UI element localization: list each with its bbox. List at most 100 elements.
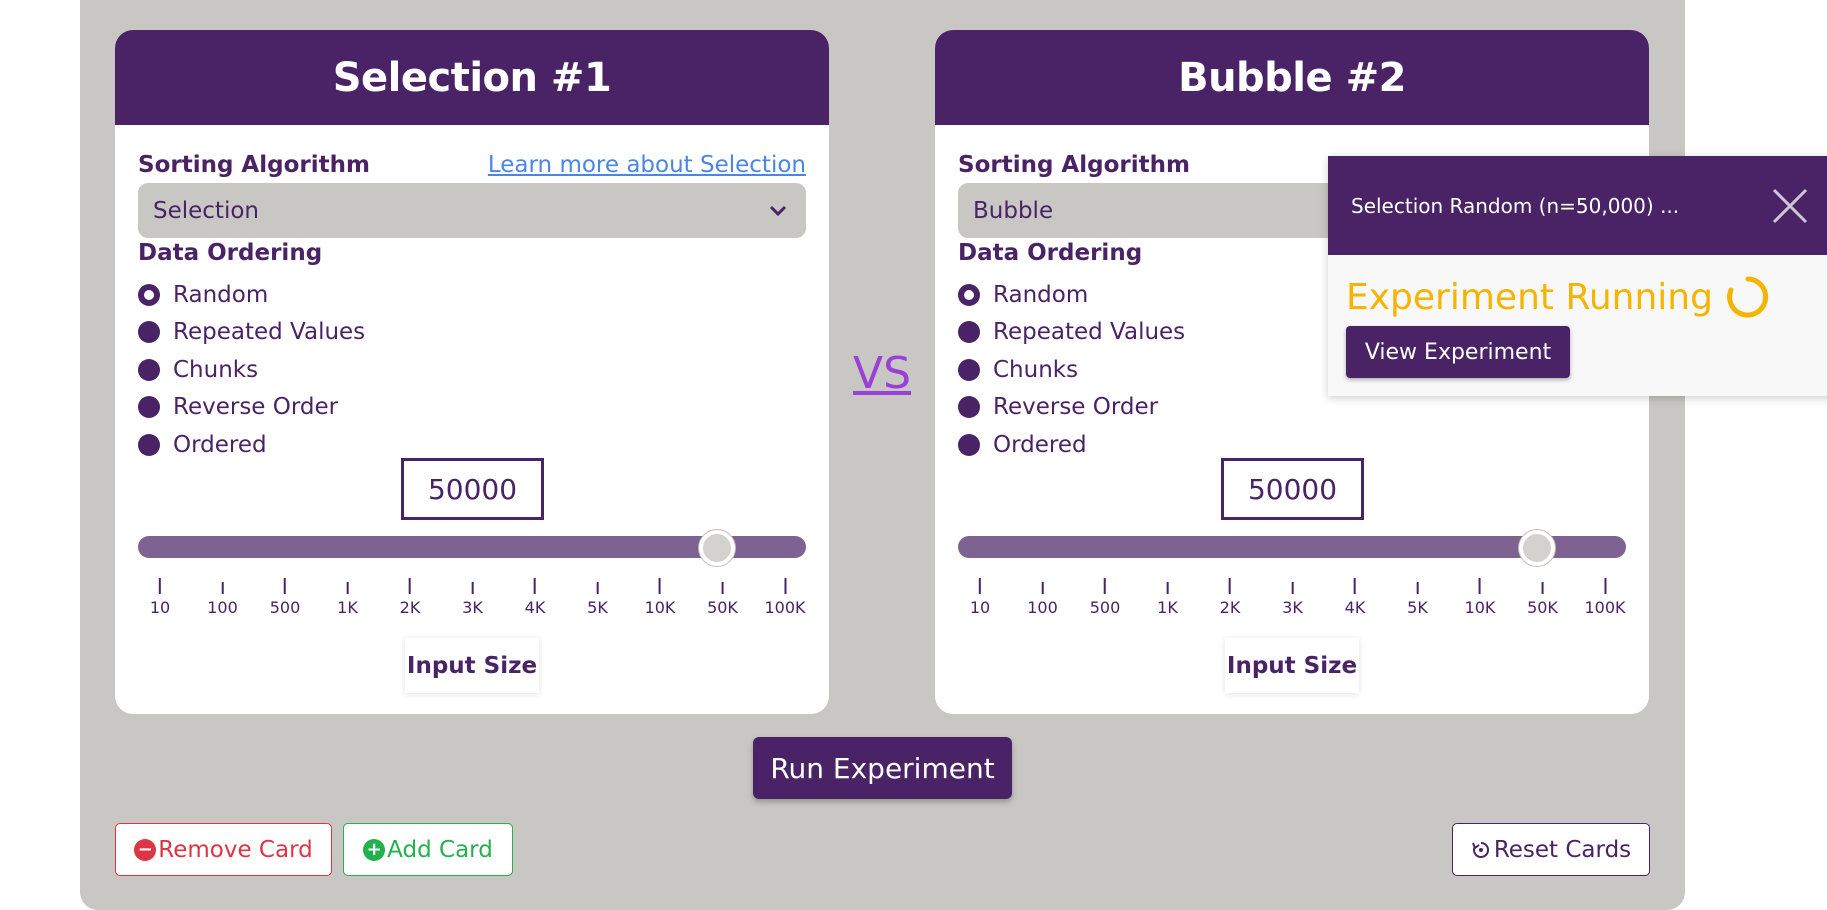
tick-mark — [533, 578, 536, 594]
tick-label: 500 — [1089, 598, 1121, 617]
radio-button-icon — [958, 396, 980, 419]
slider-tick: 500 — [1089, 578, 1121, 617]
slider-tick: 5K — [587, 578, 608, 617]
tick-mark — [1228, 578, 1231, 594]
radio-reverse-order[interactable]: Reverse Order — [138, 389, 365, 427]
slider-handle[interactable] — [1519, 530, 1555, 566]
add-card-label: Add Card — [387, 836, 493, 863]
tick-mark — [1416, 582, 1419, 594]
toast-title: Selection Random (n=50,000) ... — [1328, 156, 1827, 255]
radio-button-icon — [958, 433, 980, 456]
tick-label: 3K — [462, 598, 483, 617]
tick-label: 1K — [337, 598, 358, 617]
radio-random[interactable]: Random — [958, 276, 1185, 314]
radio-chunks[interactable]: Chunks — [138, 351, 365, 389]
radio-chunks[interactable]: Chunks — [958, 351, 1185, 389]
card-title: Selection #1 — [115, 30, 829, 125]
vs-link[interactable]: VS — [853, 348, 911, 399]
tick-label: 50K — [707, 598, 738, 617]
radio-reverse-order[interactable]: Reverse Order — [958, 389, 1185, 427]
tick-label: 100K — [764, 598, 806, 617]
sorting-algorithm-label: Sorting Algorithm — [958, 152, 1190, 178]
radio-button-icon — [138, 396, 160, 419]
radio-repeated-values[interactable]: Repeated Values — [958, 314, 1185, 352]
radio-ordered[interactable]: Ordered — [138, 426, 365, 464]
radio-label: Chunks — [993, 356, 1079, 383]
reset-icon — [1471, 841, 1489, 858]
input-size-field[interactable]: 50000 — [1221, 458, 1364, 520]
slider-tick: 2K — [399, 578, 421, 617]
plus-circle-icon: + — [363, 838, 386, 861]
reset-cards-button[interactable]: Reset Cards — [1452, 823, 1650, 876]
tick-mark — [221, 582, 224, 594]
algorithm-select[interactable]: Selection — [138, 183, 806, 238]
radio-button-icon — [138, 283, 160, 306]
radio-repeated-values[interactable]: Repeated Values — [138, 314, 365, 352]
experiment-status: Experiment Running — [1346, 274, 1771, 320]
close-icon[interactable] — [1770, 186, 1810, 226]
reset-cards-label: Reset Cards — [1493, 836, 1632, 863]
slider-tick: 4K — [1344, 578, 1366, 617]
tick-mark — [1291, 582, 1294, 594]
card-title: Bubble #2 — [935, 30, 1649, 125]
tick-label: 10K — [1464, 598, 1496, 617]
tick-mark — [408, 578, 411, 594]
radio-label: Ordered — [993, 431, 1087, 458]
radio-label: Reverse Order — [173, 394, 339, 421]
tick-label: 2K — [399, 598, 421, 617]
remove-card-button[interactable]: − Remove Card — [115, 823, 332, 876]
tick-label: 2K — [1219, 598, 1241, 617]
algorithm-card-1: Selection #1 Sorting Algorithm Learn mor… — [115, 30, 829, 714]
input-size-button[interactable]: Input Size — [405, 638, 539, 693]
tick-mark — [721, 582, 724, 594]
input-size-button[interactable]: Input Size — [1225, 638, 1359, 693]
remove-card-label: Remove Card — [158, 836, 313, 863]
tick-label: 4K — [1344, 598, 1366, 617]
tick-label: 3K — [1282, 598, 1303, 617]
ordering-radio-group: Random Repeated Values Chunks Reverse Or… — [958, 276, 1185, 464]
slider-tick: 10K — [1464, 578, 1496, 617]
chevron-down-icon — [769, 205, 787, 216]
tick-mark — [471, 582, 474, 594]
view-experiment-button[interactable]: View Experiment — [1346, 326, 1570, 378]
radio-label: Chunks — [173, 356, 259, 383]
algorithm-select-value: Bubble — [973, 197, 1054, 224]
slider-tick: 100K — [764, 578, 806, 617]
add-card-button[interactable]: + Add Card — [343, 823, 513, 876]
tick-mark — [1604, 578, 1606, 594]
ordering-radio-group: Random Repeated Values Chunks Reverse Or… — [138, 276, 365, 464]
tick-mark — [158, 578, 161, 594]
radio-random[interactable]: Random — [138, 276, 365, 314]
radio-label: Random — [173, 281, 269, 308]
radio-button-icon — [958, 283, 980, 306]
radio-button-icon — [958, 358, 980, 381]
tick-mark — [784, 578, 786, 594]
slider-tick: 1K — [337, 578, 358, 617]
radio-button-icon — [958, 321, 980, 344]
radio-label: Repeated Values — [173, 319, 366, 346]
slider-tick: 3K — [1282, 578, 1303, 617]
slider-handle[interactable] — [699, 530, 735, 566]
radio-label: Repeated Values — [993, 319, 1186, 346]
minus-circle-icon: − — [134, 838, 157, 861]
slider-tick: 50K — [1527, 578, 1558, 617]
learn-more-link[interactable]: Learn more about Selection — [488, 152, 806, 178]
tick-mark — [1478, 578, 1481, 594]
radio-ordered[interactable]: Ordered — [958, 426, 1185, 464]
radio-label: Reverse Order — [993, 394, 1159, 421]
tick-mark — [978, 578, 981, 594]
slider-tick: 100 — [1027, 578, 1058, 617]
radio-label: Random — [993, 281, 1089, 308]
tick-mark — [658, 578, 661, 594]
tick-mark — [1103, 578, 1106, 594]
input-size-field[interactable]: 50000 — [401, 458, 544, 520]
tick-label: 100K — [1584, 598, 1626, 617]
slider-tick: 5K — [1407, 578, 1428, 617]
slider-tick: 3K — [462, 578, 483, 617]
slider-tick: 10 — [150, 578, 170, 617]
tick-label: 10 — [149, 598, 171, 617]
run-experiment-button[interactable]: Run Experiment — [753, 737, 1012, 799]
algorithm-select-value: Selection — [153, 197, 259, 224]
data-ordering-label: Data Ordering — [138, 240, 323, 266]
tick-label: 100 — [1027, 598, 1058, 617]
